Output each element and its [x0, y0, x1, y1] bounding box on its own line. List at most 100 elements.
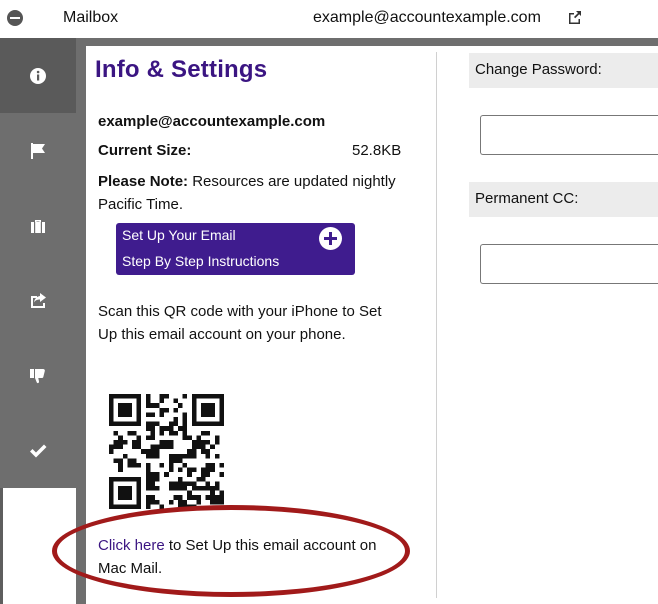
qr-module [122, 412, 128, 417]
qr-module [168, 430, 174, 436]
qr-module [173, 486, 178, 491]
qr-module [178, 453, 183, 459]
qr-module [118, 440, 123, 445]
qr-module [219, 472, 224, 477]
qr-module [173, 417, 178, 422]
qr-module [191, 453, 197, 459]
qr-module [214, 495, 220, 500]
qr-module [145, 467, 151, 473]
qr-module [136, 463, 142, 468]
qr-module [109, 481, 114, 486]
qr-module [145, 504, 151, 509]
qr-module [118, 458, 123, 463]
sidebar-item-briefcase[interactable] [0, 188, 76, 263]
qr-module [187, 490, 192, 496]
qr-module [109, 504, 114, 509]
qr-module [132, 394, 137, 399]
briefcase-icon [31, 219, 45, 233]
qr-module [196, 421, 201, 427]
qr-module [214, 499, 220, 505]
qr-module [191, 407, 197, 413]
qr-module [136, 504, 142, 509]
qr-module [127, 463, 132, 468]
qr-module [178, 476, 183, 482]
qr-module [109, 490, 114, 496]
qr-module [118, 476, 123, 482]
note-label: Please Note: [98, 173, 189, 190]
qr-module [168, 463, 174, 468]
sidebar-item-flag[interactable] [0, 113, 76, 188]
sidebar-item-thumbs-down[interactable] [0, 338, 76, 413]
qr-module [168, 481, 174, 486]
qr-module [210, 421, 215, 427]
qr-module [136, 486, 142, 491]
qr-module [136, 421, 142, 427]
permanent-cc-input[interactable] [480, 244, 658, 284]
qr-module [118, 394, 123, 399]
qr-module [136, 435, 142, 440]
qr-module [205, 412, 211, 417]
minus-circle-icon[interactable] [7, 10, 23, 26]
qr-module [150, 495, 155, 500]
qr-module [118, 490, 123, 496]
qr-module [113, 444, 119, 450]
qr-module [173, 430, 178, 436]
qr-module [127, 504, 132, 509]
qr-module [196, 440, 201, 445]
qr-module [127, 458, 132, 463]
sidebar [0, 38, 76, 488]
current-size-label: Current Size: [98, 142, 192, 159]
qr-module [150, 449, 155, 454]
qr-module [182, 426, 188, 431]
qr-module [168, 440, 174, 445]
qr-module [205, 481, 211, 486]
sidebar-item-info[interactable] [0, 38, 76, 113]
qr-code-image [109, 394, 224, 509]
qr-module [168, 467, 174, 473]
external-link-icon[interactable] [568, 10, 582, 24]
qr-module [136, 394, 142, 399]
qr-module [109, 407, 114, 413]
account-email-link[interactable]: example@accountexample.com [313, 9, 541, 27]
qr-module [150, 481, 155, 486]
qr-module [136, 495, 142, 500]
qr-module [109, 499, 114, 505]
qr-module [178, 467, 183, 473]
qr-module [150, 499, 155, 505]
setup-email-button[interactable]: Set Up Your Email Step By Step Instructi… [116, 223, 355, 275]
qr-module [210, 499, 215, 505]
qr-module [191, 403, 197, 408]
qr-module [118, 463, 123, 468]
qr-module [182, 435, 188, 440]
qr-module [113, 458, 119, 463]
qr-module [159, 444, 165, 450]
qr-module [118, 412, 123, 417]
qr-module [109, 444, 114, 450]
sidebar-item-share[interactable] [0, 263, 76, 338]
qr-module [191, 495, 197, 500]
qr-module [182, 430, 188, 436]
qr-module [210, 486, 215, 491]
share-icon [31, 292, 46, 308]
sidebar-item-check[interactable] [0, 413, 76, 488]
qr-module [201, 449, 206, 454]
qr-module [136, 398, 142, 404]
qr-module [205, 449, 211, 454]
qr-module [155, 486, 160, 491]
qr-module [150, 421, 155, 427]
qr-module [155, 453, 160, 459]
thumbs-down-icon [30, 368, 45, 383]
qr-module [150, 426, 155, 431]
current-size-value: 52.8KB [352, 142, 402, 159]
qr-module [168, 458, 174, 463]
qr-module [127, 430, 132, 436]
content-top-rule [76, 38, 658, 46]
qr-module [214, 486, 220, 491]
qr-module [159, 430, 165, 436]
qr-module [145, 435, 151, 440]
change-password-input[interactable] [480, 115, 658, 155]
qr-module [164, 426, 169, 431]
qr-module [127, 394, 132, 399]
qr-module [132, 421, 137, 427]
qr-module [145, 481, 151, 486]
